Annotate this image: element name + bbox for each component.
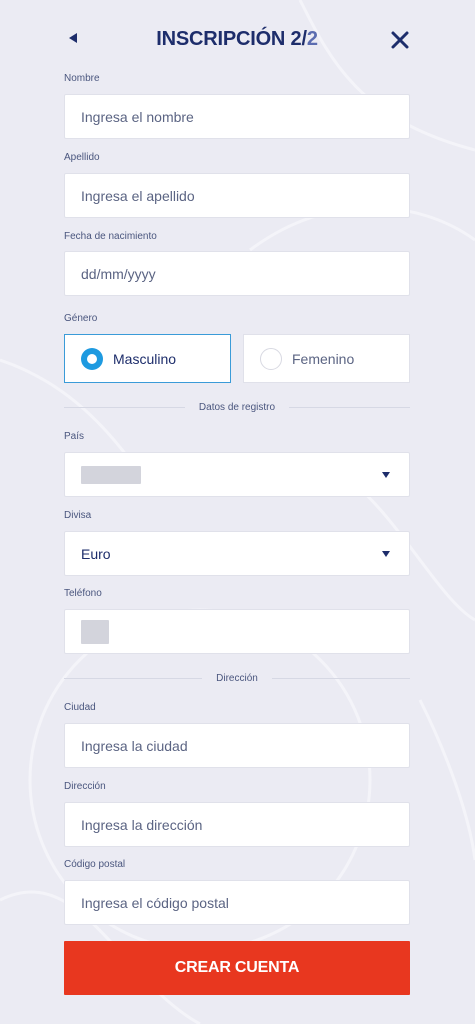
gender-label-masculino: Masculino: [113, 350, 177, 367]
divisa-select[interactable]: Euro: [64, 531, 410, 576]
page-title: INSCRIPCIÓN 2/2: [64, 28, 410, 51]
header: INSCRIPCIÓN 2/2: [64, 0, 410, 80]
telefono-value-redacted: [81, 620, 109, 644]
telefono-label: Teléfono: [64, 588, 102, 599]
section-title-direccion: Dirección: [216, 672, 258, 684]
pais-label: País: [64, 431, 85, 442]
fecha-input[interactable]: [81, 265, 409, 282]
create-account-button[interactable]: CREAR CUENTA: [64, 941, 410, 995]
divider-line: [64, 406, 185, 408]
gender-option-femenino[interactable]: Femenino: [243, 334, 410, 383]
divisa-value: Euro: [81, 545, 111, 562]
divider-line: [289, 406, 410, 408]
title-total: 2: [306, 28, 318, 50]
ciudad-field[interactable]: [64, 723, 410, 768]
section-divider-registro: Datos de registro: [64, 400, 410, 414]
pais-select[interactable]: [64, 452, 410, 497]
registration-form: INSCRIPCIÓN 2/2 Nombre Apellido Fecha de…: [64, 0, 410, 995]
nombre-label: Nombre: [64, 73, 100, 84]
fecha-label: Fecha de nacimiento: [64, 231, 157, 242]
genero-label: Género: [64, 313, 98, 324]
codigo-postal-label: Código postal: [64, 859, 126, 870]
divisa-label: Divisa: [64, 510, 92, 521]
divider-line: [271, 677, 410, 679]
divider-line: [64, 677, 203, 679]
ciudad-label: Ciudad: [64, 702, 96, 713]
close-button[interactable]: [390, 30, 410, 50]
chevron-down-icon: [382, 551, 390, 557]
gender-label-femenino: Femenino: [292, 350, 355, 367]
apellido-field[interactable]: [64, 173, 410, 218]
direccion-field[interactable]: [64, 802, 410, 847]
direccion-label: Dirección: [64, 781, 106, 792]
radio-selected-icon: [81, 347, 103, 370]
section-title-registro: Datos de registro: [198, 401, 276, 413]
pais-value-redacted: [81, 466, 141, 484]
fecha-field[interactable]: [64, 251, 410, 296]
radio-empty-icon: [260, 347, 282, 370]
gender-option-masculino[interactable]: Masculino: [64, 334, 231, 383]
nombre-field[interactable]: [64, 94, 410, 139]
nombre-input[interactable]: [81, 108, 409, 125]
chevron-down-icon: [382, 472, 390, 478]
title-step: INSCRIPCIÓN 2/: [156, 28, 307, 50]
apellido-input[interactable]: [81, 187, 409, 204]
codigo-postal-input[interactable]: [81, 894, 409, 911]
direccion-input[interactable]: [81, 816, 409, 833]
telefono-field[interactable]: [64, 609, 410, 654]
apellido-label: Apellido: [64, 152, 100, 163]
close-icon: [391, 31, 409, 49]
ciudad-input[interactable]: [81, 737, 409, 754]
section-divider-direccion: Dirección: [64, 671, 410, 685]
codigo-postal-field[interactable]: [64, 880, 410, 925]
